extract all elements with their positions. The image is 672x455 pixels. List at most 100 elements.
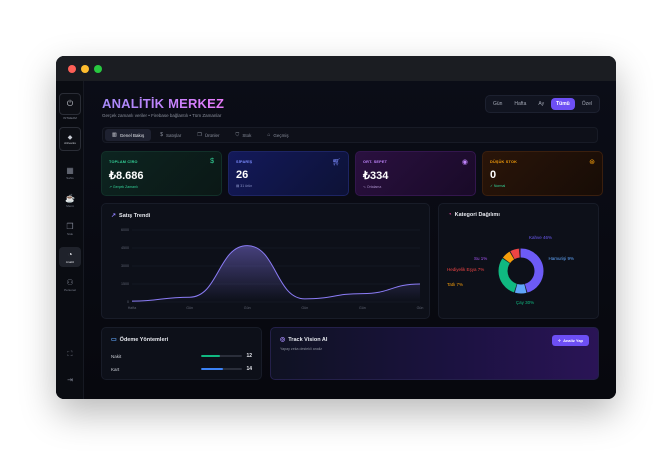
sidebar-item-analiz[interactable]: ◔ Analiz: [59, 247, 81, 267]
kpi-value: 26: [236, 169, 249, 181]
kpi-sub: ▤ 31 ürün: [236, 184, 253, 188]
sidebar-item-label: Sahis: [66, 175, 74, 180]
range-custom-button[interactable]: Özel: [577, 98, 597, 110]
panel-title-text: Track Vision AI: [288, 336, 328, 343]
payment-bar-fill: [200, 367, 224, 371]
box-icon: ❒: [197, 132, 202, 138]
range-week-button[interactable]: Hafta: [509, 98, 531, 110]
kpi-value: ₺334: [363, 170, 389, 182]
kpi-label: TOPLAM CİRO: [109, 160, 138, 164]
x-tick-label: Gün: [301, 306, 308, 310]
tab-stock[interactable]: ⛉ Stok: [229, 129, 259, 141]
ai-panel: ◎ Track Vision AI Yapay zeka destekli an…: [270, 327, 599, 380]
close-window-button[interactable]: [68, 64, 76, 73]
brand-label: Arkvants: [64, 140, 76, 145]
box-icon: ❒: [66, 221, 74, 231]
page-subtitle: Gerçek zamanlı veriler • Firebase bağlan…: [102, 113, 222, 118]
payment-bar: [200, 354, 243, 358]
cart-icon: ⛉: [235, 132, 240, 138]
tab-label: Stok: [242, 132, 252, 138]
minimize-window-button[interactable]: [81, 64, 89, 73]
slice-label: Hediyelik Eşya 7%: [447, 267, 484, 272]
payment-row-cash: Nakit 12: [111, 352, 252, 360]
maximize-window-button[interactable]: [94, 64, 102, 73]
diamond-icon: ◆: [67, 134, 73, 141]
x-tick-label: Gün: [186, 306, 193, 310]
target-icon: ◉: [461, 159, 468, 166]
payment-count: 12: [246, 353, 252, 359]
spark-icon: ◎: [280, 337, 286, 343]
tab-label: Ürünler: [204, 132, 220, 138]
logout-icon[interactable]: ⇥: [56, 376, 84, 384]
coffee-icon: ☕: [65, 193, 75, 203]
sidebar-item-sahis[interactable]: ▦ Sahis: [59, 163, 81, 183]
kpi-sub: ↗ Gerçek Zamanlı: [109, 185, 138, 189]
grid-icon: ▦: [66, 165, 74, 175]
y-tick-label: 0: [127, 300, 129, 304]
payment-count: 14: [246, 366, 252, 372]
tab-history[interactable]: ⌂ Geçmiş: [260, 129, 295, 141]
card-icon: ▭: [111, 337, 117, 343]
slice-label: Su 1%: [474, 256, 487, 261]
power-logo-icon[interactable]: ⏻: [59, 93, 81, 115]
analyze-button[interactable]: ✧ Analiz Yap: [551, 335, 589, 346]
users-icon: ⚇: [66, 277, 74, 287]
tab-label: Geçmiş: [273, 132, 289, 138]
sidebar-item-label: Stok: [66, 231, 73, 236]
kpi-value: ₺8.686: [109, 170, 144, 182]
analyze-button-label: Analiz Yap: [563, 338, 583, 343]
x-tick-label: Gün: [359, 306, 366, 310]
tab-products[interactable]: ❒ Ürünler: [190, 129, 226, 141]
sidebar-item-label: Personel: [64, 287, 76, 292]
sales-trend-chart: 6000 4500 3000 1500 0 Hafta Gün Gün Gün Gün Gün: [121, 228, 424, 310]
page-title: ANALİTİK MERKEZ: [102, 96, 225, 111]
slice-label: Çay 30%: [516, 300, 534, 305]
kpi-label: ORT. SEPET: [363, 160, 388, 164]
app-window: ⏻ INTHEAM ◆ Arkvants ▦ Sahis ☕ Menü ❒ St…: [56, 56, 616, 399]
payment-methods-panel: ▭ Ödeme Yöntemleri Nakit 12 Kart 14: [101, 327, 262, 380]
tag-icon: ⌂: [267, 132, 271, 138]
tab-sales[interactable]: $ Satışlar: [153, 129, 188, 141]
sidebar-item-personel[interactable]: ⚇ Personel: [59, 275, 81, 295]
sales-trend-panel: ↗ Satış Trendi 6000 4500 3000 1500 0 Hafta Gün…: [101, 203, 430, 319]
dollar-icon: $: [210, 158, 214, 165]
sidebar-item-label: Analiz: [65, 259, 75, 264]
x-tick-label: Gün: [244, 306, 251, 310]
range-day-button[interactable]: Gün: [488, 98, 507, 110]
ai-subtitle: Yapay zeka destekli analiz: [280, 347, 323, 351]
sidebar-item-stok[interactable]: ❒ Stok: [59, 219, 81, 239]
main-content: ANALİTİK MERKEZ Gerçek zamanlı veriler •…: [84, 81, 616, 399]
range-month-button[interactable]: Ay: [533, 98, 549, 110]
payment-bar: [200, 367, 243, 371]
cart-icon: 🛒︎: [332, 159, 341, 166]
sidebar: ⏻ INTHEAM ◆ Arkvants ▦ Sahis ☕ Menü ❒ St…: [56, 81, 84, 399]
sidebar-item-menu[interactable]: ☕ Menü: [59, 191, 81, 211]
kpi-low-stock: DÜŞÜK STOK 0 ✓ Normal ⊛: [482, 151, 603, 196]
y-tick-label: 6000: [121, 228, 129, 232]
chart-icon: ▥: [112, 132, 117, 138]
tab-label: Genel Bakış: [119, 132, 145, 138]
kpi-sub: ✓ Normal: [490, 184, 506, 188]
kpi-orders: SİPARİŞ 26 ▤ 31 ürün 🛒︎: [228, 151, 349, 196]
date-range-selector: Gün Hafta Ay Tümü Özel: [484, 95, 600, 113]
y-tick-label: 3000: [121, 264, 129, 268]
fullscreen-icon[interactable]: ⛶: [56, 351, 84, 359]
category-panel: ◔ Kategori Dağılımı Kahve 46% Hamurişi 9%…: [438, 203, 599, 319]
panel-title-text: Ödeme Yöntemleri: [119, 336, 169, 343]
x-tick-label: Hafta: [128, 306, 137, 310]
kpi-avg-basket: ORT. SEPET ₺334 ∿ Ortalama ◉: [355, 151, 476, 196]
payment-title: ▭ Ödeme Yöntemleri: [111, 336, 169, 344]
kpi-label: DÜŞÜK STOK: [490, 160, 518, 164]
payment-name: Kart: [111, 366, 120, 372]
x-tick-label: Gün: [417, 306, 424, 310]
kpi-value: 0: [490, 169, 497, 181]
kpi-label: SİPARİŞ: [236, 160, 253, 164]
ai-title: ◎ Track Vision AI: [280, 336, 328, 344]
slice-label: Hamurişi 9%: [548, 256, 574, 261]
payment-bar-fill: [200, 354, 220, 358]
tab-overview[interactable]: ▥ Genel Bakış: [105, 129, 152, 141]
dollar-icon: $: [160, 132, 164, 138]
alert-icon: ⊛: [589, 159, 595, 166]
slice-label: Kahve 46%: [529, 235, 552, 240]
range-all-button[interactable]: Tümü: [551, 98, 575, 110]
